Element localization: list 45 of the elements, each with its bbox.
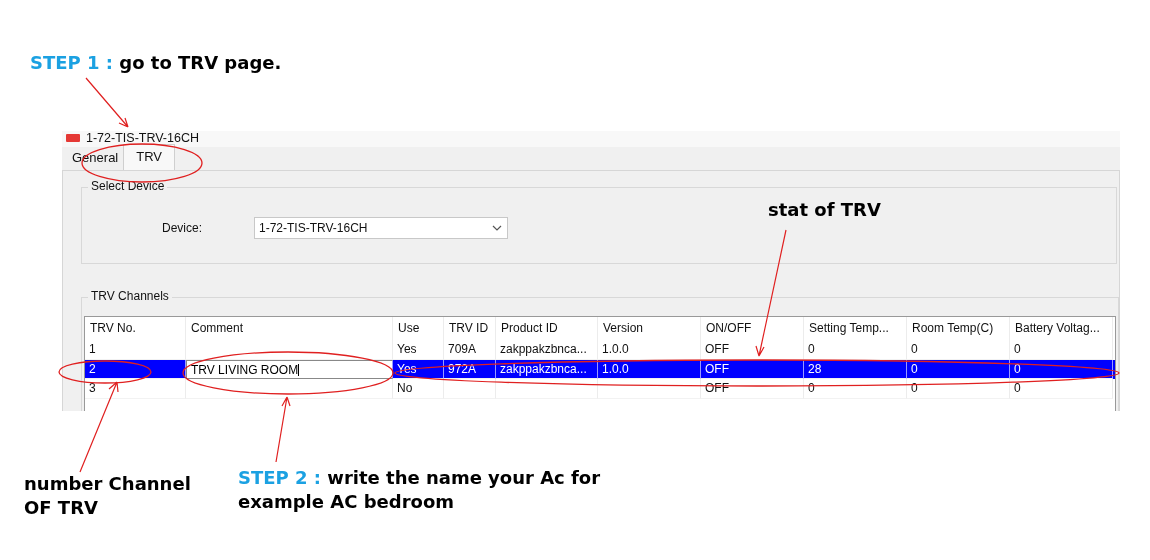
table-cell: 1.0.0	[602, 361, 629, 376]
column-header[interactable]: Product ID	[496, 317, 598, 340]
table-cell: 0	[1014, 381, 1021, 395]
app-icon	[66, 134, 80, 142]
group-title: Select Device	[88, 179, 168, 193]
column-header[interactable]: Use	[393, 317, 444, 340]
window-title: 1-72-TIS-TRV-16CH	[86, 131, 199, 145]
table-cell: 0	[1014, 361, 1021, 376]
table-cell: 0	[911, 361, 918, 376]
tab[interactable]: TRV	[123, 144, 175, 170]
column-header[interactable]: Setting Temp...	[804, 317, 907, 340]
caret-icon	[492, 225, 502, 231]
step-caption: STEP 1 : go to TRV page.	[29, 51, 283, 75]
table-cell: 1.0.0	[602, 342, 629, 356]
table-cell: OFF	[705, 361, 729, 376]
arrow	[85, 77, 129, 128]
column-header[interactable]: TRV No.	[85, 317, 186, 340]
table-cell: 1	[89, 342, 96, 356]
table-cell: OFF	[705, 342, 729, 356]
table-cell: Yes	[397, 342, 417, 356]
channel-caption: number Channel OF TRV	[24, 472, 192, 520]
table-cell: 0	[911, 342, 918, 356]
column-header[interactable]: ON/OFF	[701, 317, 804, 340]
device-label: Device:	[162, 221, 203, 235]
table-cell: 28	[808, 361, 822, 376]
group-title: TRV Channels	[88, 289, 172, 303]
column-header[interactable]: Battery Voltag...	[1010, 317, 1113, 340]
stat-caption: stat of TRV	[768, 199, 881, 220]
table-row[interactable]: 1 Yes 709A zakppakzbnca... 1.0.0 OFF 0 0 0	[85, 340, 1115, 360]
column-header[interactable]: Room Temp(C)	[907, 317, 1010, 340]
column-header[interactable]: Comment	[186, 317, 393, 340]
table-cell: 709A	[448, 342, 477, 356]
table-cell: 0	[808, 342, 815, 356]
table-cell: 2	[89, 361, 96, 376]
table-cell: zakppakzbnca...	[500, 361, 587, 376]
table-cell: 0	[1014, 342, 1021, 356]
arrow	[275, 396, 291, 463]
table-cell: 972A	[448, 361, 477, 376]
step-caption: STEP 2 : write the name your Ac for example AC bedroom	[238, 466, 601, 514]
table-cell: No	[397, 381, 413, 395]
table-cell: 3	[89, 381, 96, 395]
column-header[interactable]: Version	[598, 317, 701, 340]
column-header[interactable]: TRV ID	[444, 317, 496, 340]
table-cell: zakppakzbnca...	[500, 342, 587, 356]
device-dropdown[interactable]: 1-72-TIS-TRV-16CH	[254, 217, 508, 239]
